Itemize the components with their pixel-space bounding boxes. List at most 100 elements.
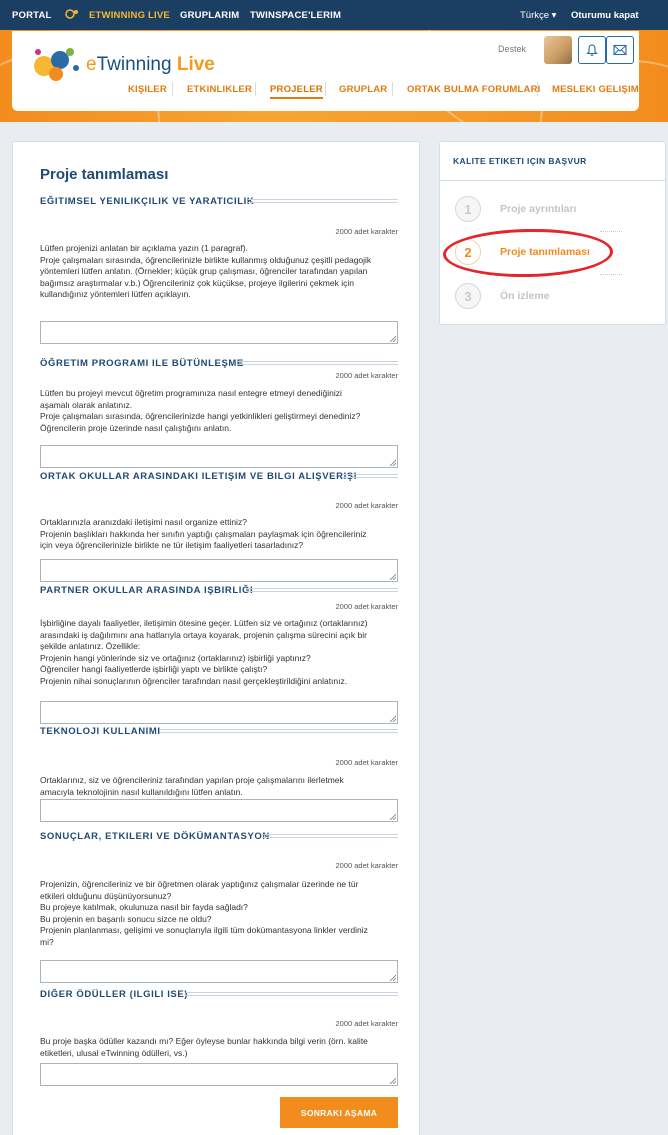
resize-grip-icon[interactable]	[389, 335, 396, 342]
page-title: Proje tanımlaması	[40, 166, 169, 183]
avatar[interactable]	[544, 36, 572, 64]
nav-ortak-bulma[interactable]: ORTAK BULMA FORUMLARI	[407, 84, 540, 95]
step-3-number: 3	[455, 283, 481, 309]
desc-line: İşbirliğine dayalı faaliyetler, iletişim…	[40, 618, 368, 628]
sidebar-title: KALITE ETIKETI IÇIN BAŞVUR	[453, 156, 587, 166]
desc-line: Proje çalışmaları sırasında, öğrencileri…	[40, 411, 361, 422]
desc-line: Ortaklarınızla aranızdaki iletişimi nası…	[40, 517, 247, 527]
topnav-gruplarim[interactable]: GRUPLARIM	[180, 10, 239, 21]
brand-suffix: Live	[171, 54, 215, 75]
section-description: Lütfen bu projeyi mevcut öğretim program…	[40, 388, 400, 434]
resize-grip-icon[interactable]	[389, 715, 396, 722]
desc-line: Projenizin, öğrencileriniz ve bir öğretm…	[40, 879, 359, 889]
desc-line: aşamalı olarak anlatınız.	[40, 399, 133, 410]
textarea-innovation[interactable]	[40, 321, 398, 344]
char-count: 2000 adet karakter	[335, 501, 398, 510]
nav-projeler[interactable]: PROJELER	[270, 84, 323, 99]
textarea-awards[interactable]	[40, 1063, 398, 1086]
support-link[interactable]: Destek	[498, 44, 526, 54]
section-divider	[248, 199, 398, 203]
resize-grip-icon[interactable]	[389, 974, 396, 981]
desc-line: etkileri olduğunu düşünüyorsunuz?	[40, 890, 172, 901]
desc-line: Bu proje başka ödüller kazandı mı? Eğer …	[40, 1036, 368, 1046]
desc-line: Projenin başlıkları hakkında her sınıfın…	[40, 528, 367, 539]
nav-divider	[255, 82, 256, 96]
messages-button[interactable]	[606, 36, 634, 64]
top-bar: PORTAL ETWINNING LIVE GRUPLARIM TWINSPAC…	[0, 0, 668, 30]
desc-line: Bu projenin en başarılı sonucu sizce ne …	[40, 913, 212, 924]
nav-divider	[172, 82, 173, 96]
section-divider	[246, 588, 398, 592]
nav-gruplar[interactable]: GRUPLAR	[339, 84, 387, 95]
section-heading-awards: DIĞER ÖDÜLLER (ILGILI ISE)	[40, 989, 189, 1000]
section-description: İşbirliğine dayalı faaliyetler, iletişim…	[40, 618, 400, 688]
section-description: Bu proje başka ödüller kazandı mı? Eğer …	[40, 1036, 400, 1059]
section-description: Lütfen projenizi anlatan bir açıklama ya…	[40, 243, 400, 301]
desc-line: Lütfen bu projeyi mevcut öğretim program…	[40, 388, 342, 398]
textarea-curriculum[interactable]	[40, 445, 398, 468]
section-divider	[262, 834, 398, 838]
desc-line: mi?	[40, 936, 54, 947]
section-divider	[238, 361, 398, 365]
section-divider	[160, 729, 398, 733]
brand-name: eTwinning Live	[86, 54, 215, 76]
textarea-results[interactable]	[40, 960, 398, 983]
desc-line: Ortaklarınız, siz ve öğrencileriniz tara…	[40, 775, 344, 785]
section-heading-curriculum: ÖĞRETIM PROGRAMI ILE BÜTÜNLEŞME	[40, 358, 244, 369]
desc-line: Projenin planlanması, gelişimi ve sonuçl…	[40, 925, 368, 936]
brand-main: Twinning	[96, 54, 172, 75]
section-heading-communication: ORTAK OKULLAR ARASINDAKI ILETIŞIM VE BIL…	[40, 471, 357, 482]
desc-line: Lütfen projenizi anlatan bir açıklama ya…	[40, 243, 248, 253]
resize-grip-icon[interactable]	[389, 813, 396, 820]
bell-icon	[586, 44, 598, 56]
section-heading-innovation: EĞITIMSEL YENILIKÇILIK VE YARATICILIK	[40, 196, 255, 207]
step-separator	[600, 231, 622, 232]
section-description: Ortaklarınız, siz ve öğrencileriniz tara…	[40, 775, 400, 798]
brand-prefix: e	[86, 54, 97, 75]
desc-line: yöntemleri lütfen anlatın. (Örnekler; kü…	[40, 266, 368, 277]
language-selector[interactable]: Türkçe ▾	[520, 10, 556, 21]
textarea-communication[interactable]	[40, 559, 398, 582]
nav-kisiler[interactable]: KIŞILER	[128, 84, 167, 95]
topnav-twinspace[interactable]: TWINSPACE'LERIM	[250, 10, 341, 21]
next-step-button[interactable]: SONRAKI AŞAMA	[280, 1097, 398, 1128]
resize-grip-icon[interactable]	[389, 1077, 396, 1084]
textarea-technology[interactable]	[40, 799, 398, 822]
char-count: 2000 adet karakter	[335, 227, 398, 236]
nav-mesleki-gelisim[interactable]: MESLEKI GELIŞIM	[552, 84, 639, 95]
desc-line: Projenin hangi yönlerinde siz ve ortağın…	[40, 652, 311, 663]
desc-line: bağımsız araştırmalar v.b.) Öğrencilerin…	[40, 277, 354, 288]
sidebar-divider	[440, 180, 665, 181]
etwinning-small-icon	[65, 9, 78, 19]
desc-line: şekilde anlatınız. Özellikle:	[40, 641, 141, 652]
resize-grip-icon[interactable]	[389, 459, 396, 466]
textarea-collaboration[interactable]	[40, 701, 398, 724]
notifications-button[interactable]	[578, 36, 606, 64]
step-3-label[interactable]: Ön izleme	[500, 290, 550, 302]
topnav-portal[interactable]: PORTAL	[12, 10, 52, 21]
section-heading-results: SONUÇLAR, ETKILERI VE DÖKÜMANTASYON	[40, 831, 270, 842]
section-heading-technology: TEKNOLOJI KULLANIMI	[40, 726, 161, 737]
section-divider	[186, 992, 398, 996]
desc-line: kullandığınız yöntemleri lütfen açıklayı…	[40, 289, 191, 300]
nav-divider	[325, 82, 326, 96]
desc-line: Öğrencilerin proje üzerinde nasıl çalışt…	[40, 422, 232, 433]
char-count: 2000 adet karakter	[335, 602, 398, 611]
resize-grip-icon[interactable]	[389, 573, 396, 580]
desc-line: amacıyla teknolojinin nasıl kullanıldığı…	[40, 786, 243, 797]
topnav-etwinning-live[interactable]: ETWINNING LIVE	[89, 10, 170, 21]
section-heading-collaboration: PARTNER OKULLAR ARASINDA IŞBIRLIĞI	[40, 585, 254, 596]
nav-divider	[537, 82, 538, 96]
char-count: 2000 adet karakter	[335, 861, 398, 870]
nav-etkinlikler[interactable]: ETKINLIKLER	[187, 84, 252, 95]
char-count: 2000 adet karakter	[335, 371, 398, 380]
desc-line: arasındaki iş dağılımını ana hatlarıyla …	[40, 629, 367, 640]
logout-link[interactable]: Oturumu kapat	[571, 10, 639, 21]
desc-line: Projenin nihai sonuçlarının öğrenciler t…	[40, 675, 348, 686]
desc-line: için veya öğrencilerinizle birlikte ne t…	[40, 540, 304, 551]
step-1-label[interactable]: Proje ayrıntıları	[500, 203, 576, 215]
char-count: 2000 adet karakter	[335, 758, 398, 767]
step-separator	[600, 274, 622, 275]
desc-line: Öğrenciler hangi faaliyetlerde işbirliği…	[40, 664, 268, 675]
desc-line: Proje çalışmaları sırasında, öğrencileri…	[40, 254, 372, 265]
